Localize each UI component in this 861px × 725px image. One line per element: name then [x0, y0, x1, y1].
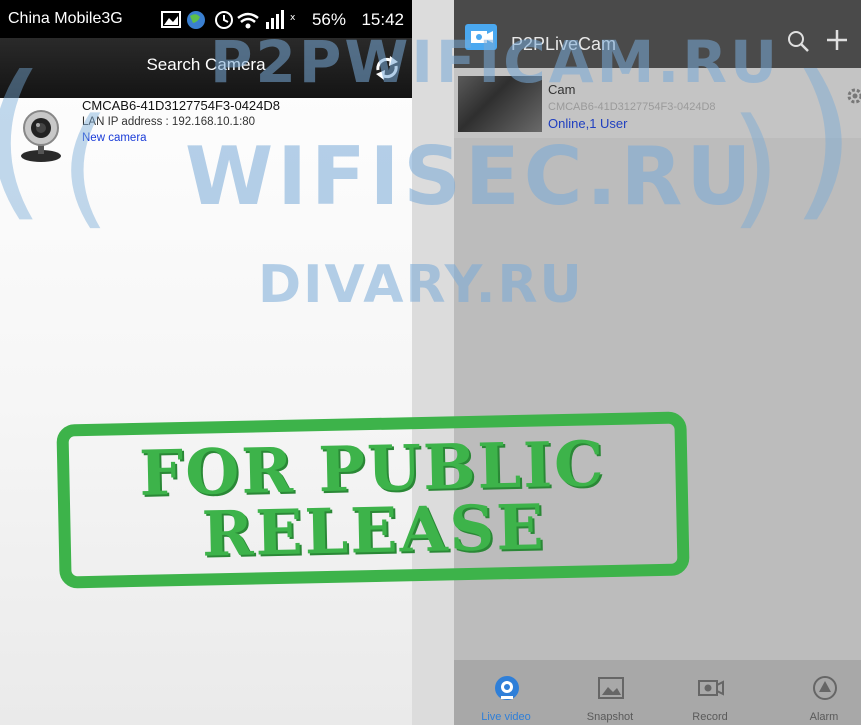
camera-id: CMCAB6-41D3127754F3-0424D8	[82, 98, 281, 113]
tab-label: Record	[692, 711, 728, 723]
device-uid: CMCAB6-41D3127754F3-0424D8	[548, 101, 716, 113]
watermark-p2pwificam: P2PWIFICAM.RU	[210, 28, 781, 96]
snapshot-icon	[598, 677, 624, 699]
watermark-paren-left-inner: (	[60, 90, 111, 242]
watermark-paren-left: (	[0, 40, 46, 238]
tab-label: Snapshot	[586, 711, 634, 723]
tab-alarm[interactable]: Alarm	[774, 660, 861, 725]
for-public-release-stamp: FOR PUBLIC RELEASE	[56, 411, 690, 589]
record-icon	[698, 680, 724, 696]
watermark-paren-right: )	[790, 40, 857, 238]
battery-level: 56%	[311, 10, 346, 29]
bottom-tab-bar: Live video Snapshot Record Alarm	[454, 660, 861, 725]
tab-label: Live video	[481, 711, 531, 723]
svg-text:x: x	[290, 13, 296, 23]
live-video-icon	[495, 676, 519, 700]
alarm-icon	[813, 676, 837, 700]
carrier-label: China Mobile3G	[8, 10, 123, 27]
tab-label: Alarm	[809, 711, 839, 723]
tab-snapshot[interactable]: Snapshot	[560, 660, 660, 725]
tab-record[interactable]: Record	[660, 660, 760, 725]
watermark-divary: DIVARY.RU	[258, 255, 584, 315]
watermark-wifisec: WIFISEC.RU	[185, 130, 756, 223]
clock: 15:42	[361, 10, 404, 29]
device-status: Online,1 User	[548, 116, 628, 131]
tab-live-video[interactable]: Live video	[456, 660, 556, 725]
